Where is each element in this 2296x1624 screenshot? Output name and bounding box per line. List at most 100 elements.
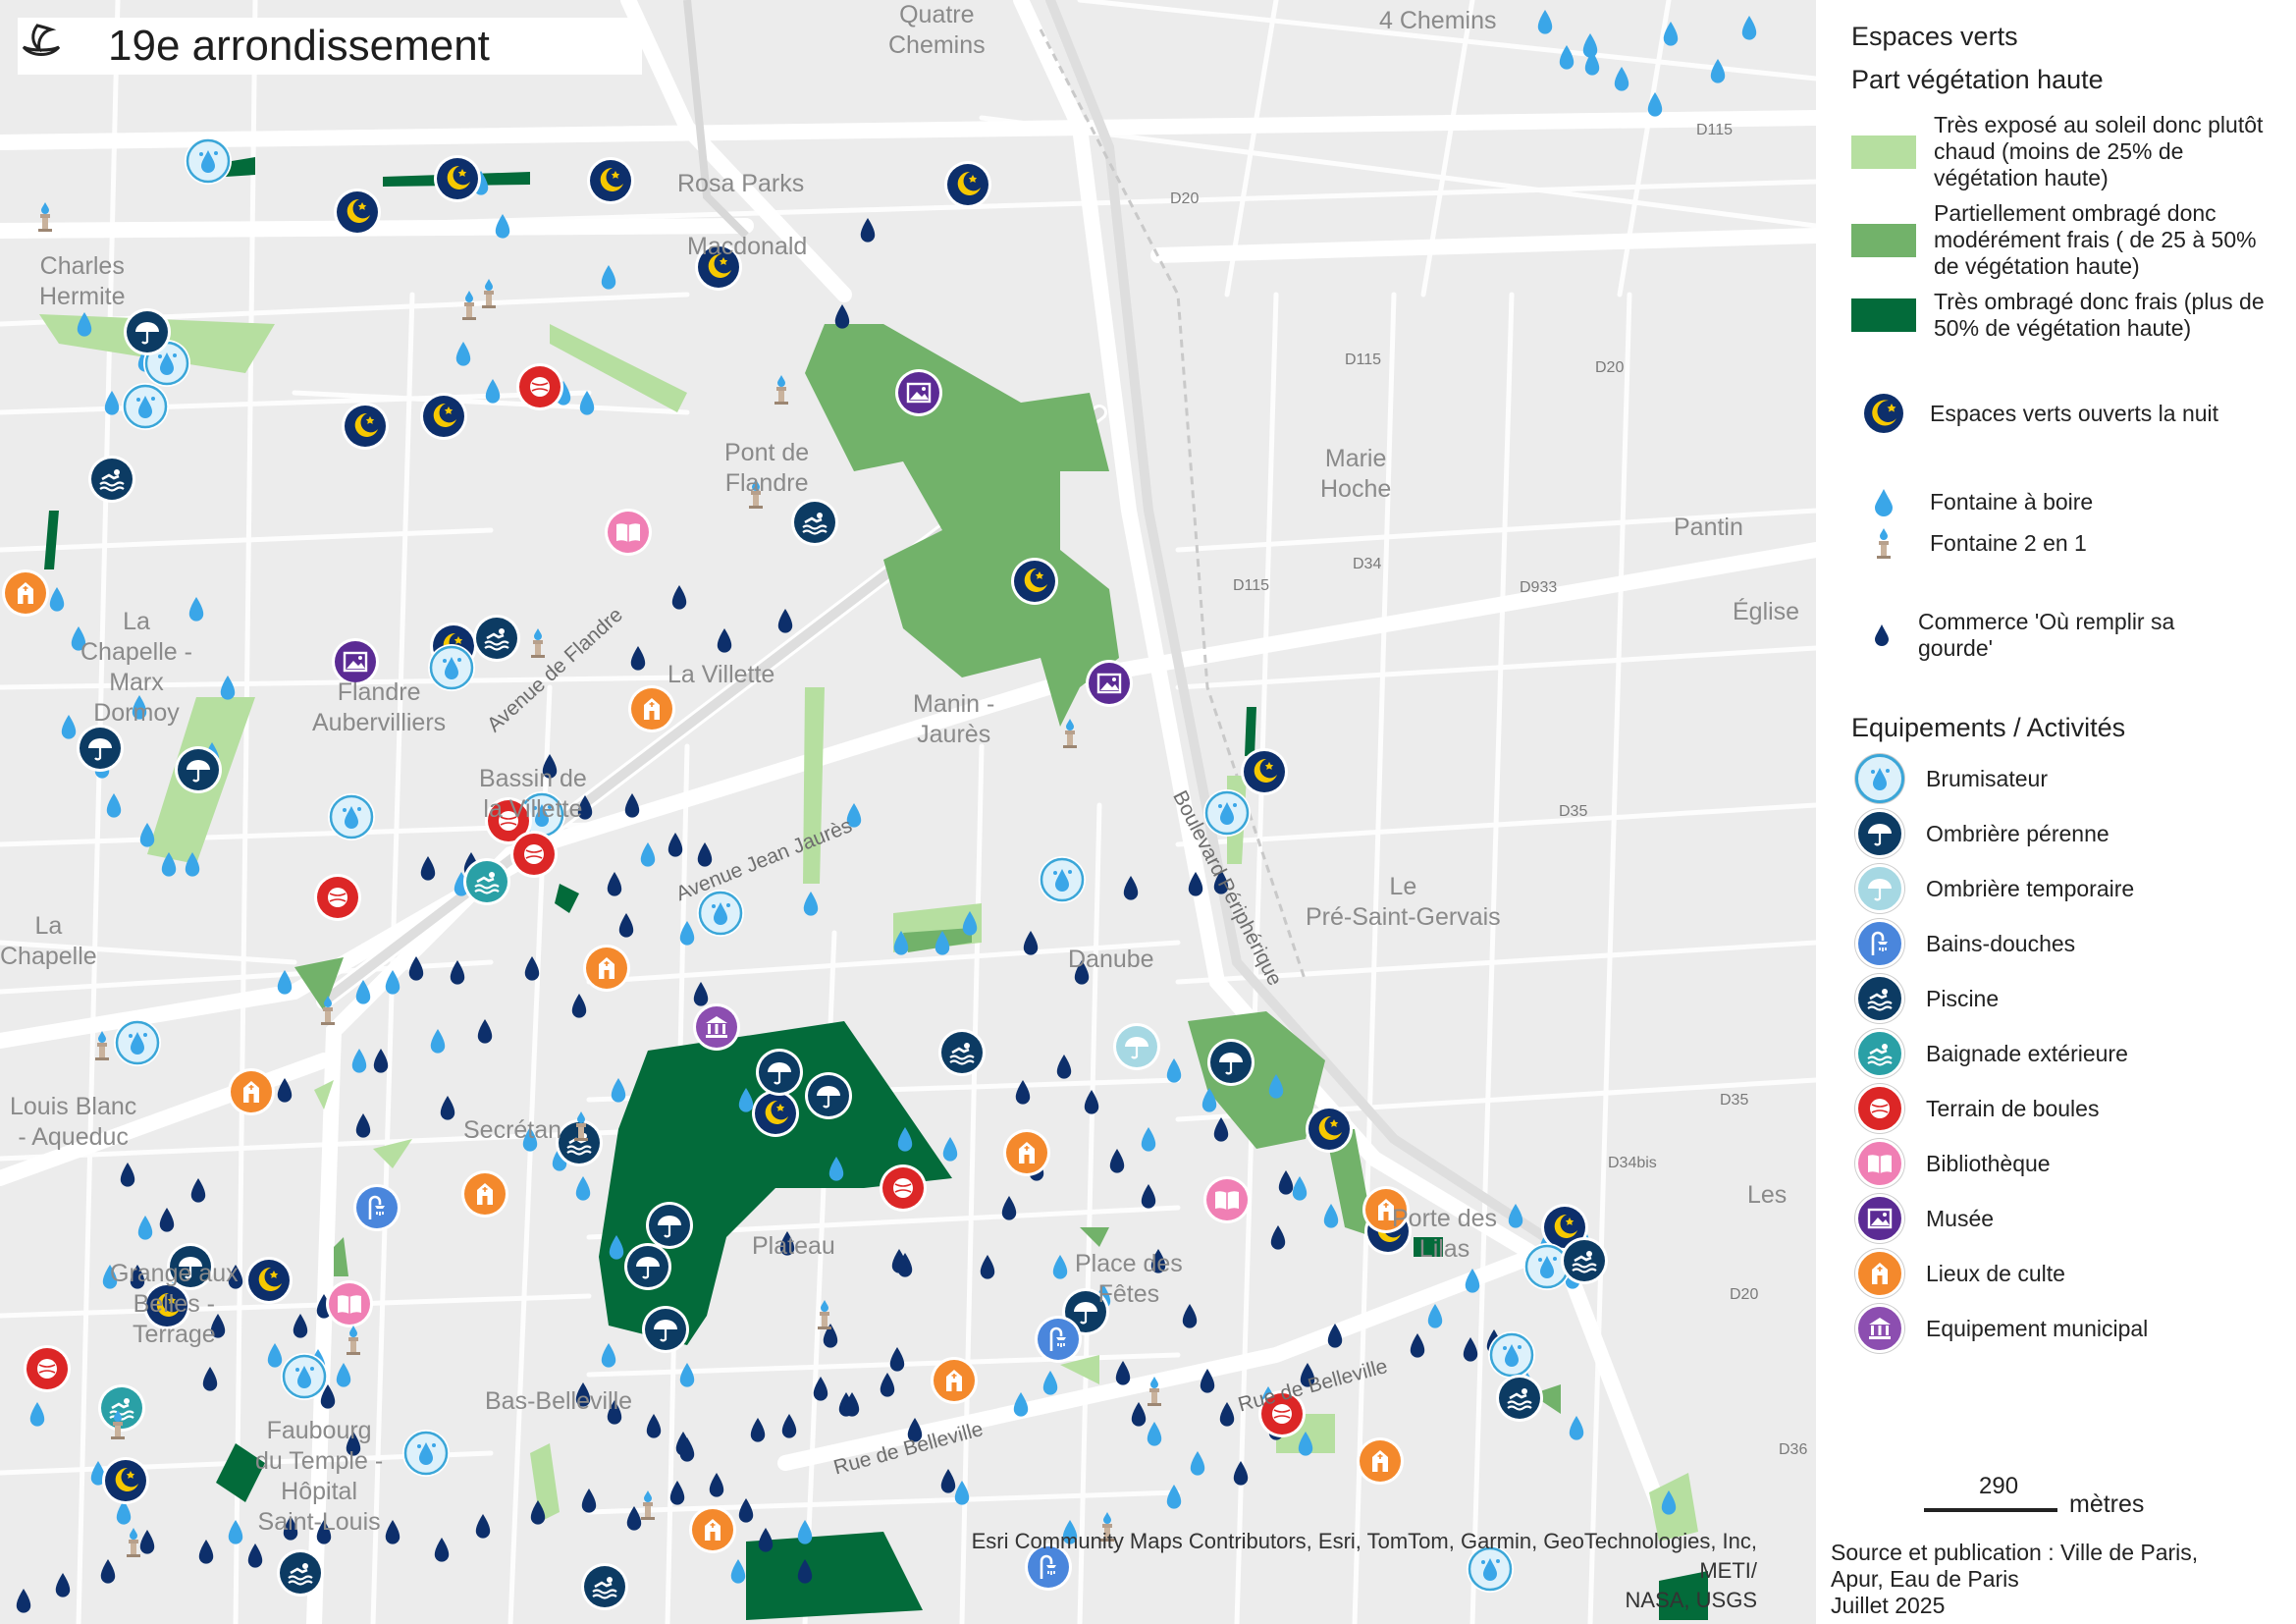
refill-shop-marker[interactable] <box>1463 1337 1478 1362</box>
fountain-marker[interactable] <box>1141 1127 1156 1152</box>
fountain-marker[interactable] <box>1427 1304 1443 1328</box>
shower-marker[interactable] <box>1035 1316 1082 1363</box>
fountain-marker[interactable] <box>77 312 92 337</box>
fountain-marker[interactable] <box>1741 16 1757 40</box>
refill-shop-marker[interactable] <box>671 585 687 610</box>
night-park-marker[interactable] <box>420 393 467 440</box>
refill-shop-marker[interactable] <box>717 628 732 653</box>
fountain-marker[interactable] <box>1614 67 1629 91</box>
fountain-marker[interactable] <box>1323 1204 1339 1228</box>
umbrella-marker[interactable] <box>124 308 171 355</box>
refill-shop-marker[interactable] <box>477 1019 493 1044</box>
umbrella-marker[interactable] <box>624 1243 671 1290</box>
refill-shop-marker[interactable] <box>293 1314 308 1338</box>
refill-shop-marker[interactable] <box>16 1589 31 1613</box>
swimmer-marker[interactable] <box>791 499 838 546</box>
fountain-marker[interactable] <box>730 1559 746 1584</box>
refill-shop-marker[interactable] <box>1023 931 1039 955</box>
umbrella-marker[interactable] <box>756 1049 803 1096</box>
refill-shop-marker[interactable] <box>630 646 646 671</box>
refill-shop-marker[interactable] <box>777 609 793 633</box>
book-marker[interactable] <box>326 1280 373 1327</box>
fountain-marker[interactable] <box>1292 1176 1308 1201</box>
fountain-marker[interactable] <box>1190 1451 1205 1476</box>
book-marker[interactable] <box>1203 1176 1251 1223</box>
refill-shop-marker[interactable] <box>1109 1149 1125 1173</box>
worship-marker[interactable] <box>583 945 630 992</box>
refill-shop-marker[interactable] <box>385 1520 400 1544</box>
refill-shop-marker[interactable] <box>1123 876 1139 900</box>
worship-marker[interactable] <box>1357 1437 1404 1485</box>
fountain-marker[interactable] <box>1508 1204 1523 1228</box>
picture-marker[interactable] <box>1086 660 1133 707</box>
fountain-marker[interactable] <box>485 379 501 404</box>
fountain-marker[interactable] <box>1052 1255 1068 1279</box>
mist-marker[interactable] <box>281 1353 328 1400</box>
municipal-marker[interactable] <box>693 1003 740 1051</box>
umbrella-marker[interactable] <box>1207 1039 1255 1086</box>
refill-shop-marker[interactable] <box>1213 1117 1229 1142</box>
umbrella-marker[interactable] <box>805 1072 852 1119</box>
fountain-marker[interactable] <box>267 1343 283 1368</box>
swimmer-marker[interactable] <box>581 1563 628 1610</box>
worship-marker[interactable] <box>689 1506 736 1553</box>
fountain-marker[interactable] <box>575 1176 591 1201</box>
fountain-marker[interactable] <box>495 214 510 239</box>
umbrella-marker[interactable] <box>77 725 124 772</box>
picture-marker[interactable] <box>895 369 942 416</box>
refill-shop-marker[interactable] <box>1001 1196 1017 1220</box>
refill-shop-marker[interactable] <box>247 1543 263 1568</box>
refill-shop-marker[interactable] <box>159 1208 175 1232</box>
night-park-marker[interactable] <box>1011 558 1058 605</box>
night-park-marker[interactable] <box>944 161 991 208</box>
worship-marker[interactable] <box>628 685 675 732</box>
worship-marker[interactable] <box>2 569 49 617</box>
night-park-marker[interactable] <box>1306 1106 1353 1153</box>
refill-shop-marker[interactable] <box>355 1113 371 1138</box>
fountain-2in1-marker[interactable] <box>347 1326 360 1355</box>
shower-marker[interactable] <box>353 1184 400 1231</box>
refill-shop-marker[interactable] <box>434 1538 450 1562</box>
fountain-marker[interactable] <box>1582 33 1598 58</box>
fountain-marker[interactable] <box>351 1049 367 1073</box>
mist-marker[interactable] <box>1039 856 1086 903</box>
refill-shop-marker[interactable] <box>1056 1055 1072 1079</box>
refill-shop-marker[interactable] <box>607 872 622 896</box>
refill-shop-marker[interactable] <box>202 1367 218 1391</box>
refill-shop-marker[interactable] <box>1131 1402 1147 1427</box>
refill-shop-marker[interactable] <box>571 994 587 1018</box>
mist-marker[interactable] <box>185 137 232 185</box>
refill-shop-marker[interactable] <box>581 1489 597 1513</box>
refill-shop-marker[interactable] <box>860 218 876 243</box>
umbrella-marker[interactable] <box>646 1202 693 1249</box>
fountain-marker[interactable] <box>1559 45 1575 70</box>
swimmer-marker[interactable] <box>1561 1237 1608 1284</box>
refill-shop-marker[interactable] <box>1410 1333 1425 1358</box>
boule-marker[interactable] <box>314 874 361 921</box>
swimmer-marker[interactable] <box>1496 1375 1543 1422</box>
night-park-marker[interactable] <box>334 189 381 236</box>
worship-marker[interactable] <box>228 1068 275 1115</box>
fountain-2in1-marker[interactable] <box>95 1031 109 1060</box>
refill-shop-marker[interactable] <box>667 833 683 857</box>
fountain-marker[interactable] <box>139 823 155 847</box>
fountain-marker[interactable] <box>601 265 616 290</box>
mist-marker[interactable] <box>114 1019 161 1066</box>
refill-shop-marker[interactable] <box>880 1373 895 1397</box>
fountain-2in1-marker[interactable] <box>462 291 476 320</box>
refill-shop-marker[interactable] <box>1278 1170 1294 1195</box>
refill-shop-marker[interactable] <box>420 856 436 881</box>
worship-marker[interactable] <box>931 1357 978 1404</box>
fountain-marker[interactable] <box>1147 1422 1162 1446</box>
fountain-marker[interactable] <box>106 793 122 818</box>
fountain-marker[interactable] <box>61 715 77 739</box>
refill-shop-marker[interactable] <box>646 1414 662 1438</box>
refill-shop-marker[interactable] <box>697 842 713 867</box>
worship-marker[interactable] <box>461 1170 508 1218</box>
night-park-marker[interactable] <box>752 1090 799 1137</box>
fountain-marker[interactable] <box>679 1363 695 1387</box>
fountain-marker[interactable] <box>640 842 656 867</box>
fountain-2in1-marker[interactable] <box>1063 719 1077 748</box>
refill-shop-marker[interactable] <box>980 1255 995 1279</box>
refill-shop-marker[interactable] <box>709 1473 724 1497</box>
